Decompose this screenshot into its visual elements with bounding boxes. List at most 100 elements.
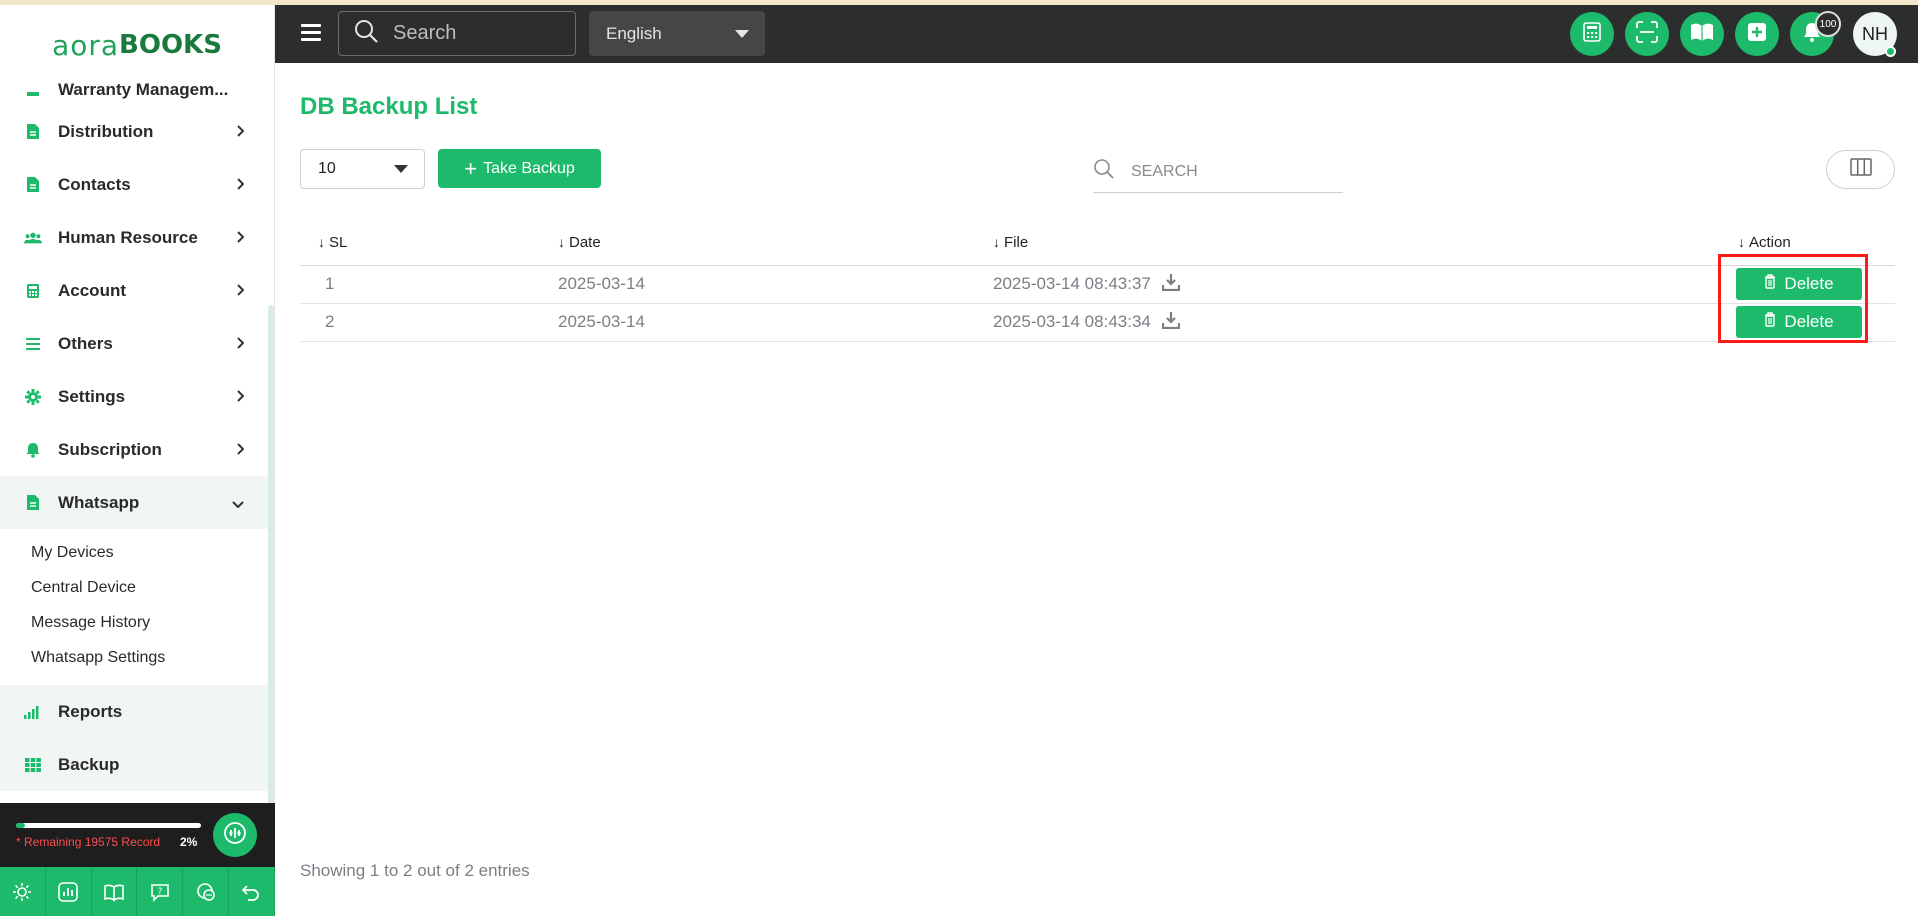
remaining-record-text: * Remaining 19575 Record: [16, 835, 161, 849]
take-backup-button[interactable]: + Take Backup: [438, 149, 601, 188]
footer-help-button[interactable]: ?: [137, 867, 184, 916]
sidebar-item-whatsapp[interactable]: Whatsapp: [0, 476, 268, 529]
app-logo[interactable]: aora BOOKS: [0, 5, 274, 85]
sidebar-scrollbar[interactable]: [268, 305, 274, 805]
headset-icon: [223, 821, 247, 850]
column-header-sl[interactable]: ↓ SL: [300, 221, 558, 266]
whatsapp-submenu: My Devices Central Device Message Histor…: [0, 529, 268, 685]
submenu-item-my-devices[interactable]: My Devices: [0, 535, 268, 570]
download-icon[interactable]: [1161, 273, 1180, 296]
logo-text-part1: aora: [52, 28, 120, 62]
column-header-file[interactable]: ↓ File: [993, 221, 1728, 266]
sidebar-item-label: Reports: [58, 701, 123, 721]
sort-arrow-icon: ↓: [1738, 234, 1745, 251]
calculator-icon: [24, 282, 42, 300]
sidebar-footer-icons: ?: [0, 867, 275, 916]
caret-down-icon: [735, 29, 749, 38]
sidebar-item-subscription[interactable]: Subscription: [0, 423, 268, 476]
record-progress-bar: [16, 823, 201, 828]
calculator-button[interactable]: [1570, 12, 1614, 56]
sidebar-item-distribution[interactable]: Distribution: [0, 105, 268, 158]
cell-date: 2025-03-14: [558, 303, 993, 342]
undo-icon: [240, 881, 262, 908]
hamburger-line: [301, 24, 321, 27]
sidebar-item-backup[interactable]: Backup: [0, 738, 268, 791]
calculator-icon: [1583, 21, 1601, 47]
chevron-down-icon: [232, 495, 244, 511]
gear-icon: [11, 881, 33, 908]
columns-icon: [1849, 158, 1872, 181]
sort-arrow-icon: ↓: [558, 234, 565, 251]
footer-book-button[interactable]: [92, 867, 138, 916]
scan-button[interactable]: [1625, 12, 1669, 56]
chevron-right-icon: [236, 336, 245, 352]
grid-icon: [24, 756, 42, 774]
take-backup-label: Take Backup: [483, 159, 575, 177]
sidebar-item-warranty[interactable]: Warranty Managem...: [0, 75, 268, 105]
record-progress-fill: [16, 823, 26, 828]
submenu-item-whatsapp-settings[interactable]: Whatsapp Settings: [0, 640, 268, 675]
gear-icon: [24, 388, 42, 406]
sidebar-item-settings[interactable]: Settings: [0, 370, 268, 423]
per-page-value: 10: [318, 160, 336, 177]
table-search-input[interactable]: [1131, 162, 1311, 181]
footer-settings-button[interactable]: [0, 867, 46, 916]
page-title: DB Backup List: [300, 93, 478, 120]
remaining-percent: 2%: [180, 835, 198, 849]
cell-file: 2025-03-14 08:43:37: [993, 265, 1728, 304]
hamburger-line: [301, 38, 321, 41]
cell-sl: 1: [300, 265, 558, 304]
sidebar-item-label: Human Resource: [58, 227, 198, 247]
table-search[interactable]: [1093, 151, 1343, 193]
main-content: DB Backup List 10 + Take Backup ↓SL ↓Dat…: [275, 63, 1918, 916]
document-icon: [24, 123, 42, 141]
sidebar-item-contacts[interactable]: Contacts: [0, 158, 268, 211]
bar-signal-icon: [24, 703, 42, 721]
global-search-input[interactable]: [393, 22, 553, 45]
search-icon: [1093, 158, 1115, 185]
users-icon: [24, 229, 42, 247]
sidebar-footer: * Remaining 19575 Record 2% ?: [0, 803, 275, 916]
highlight-annotation-box: [1718, 254, 1868, 343]
sidebar-item-label: Subscription: [58, 439, 162, 459]
document-icon: [24, 176, 42, 194]
chevron-right-icon: [236, 389, 245, 405]
footer-chat-button[interactable]: [183, 867, 229, 916]
add-button[interactable]: [1735, 12, 1779, 56]
bell-icon: [24, 441, 42, 459]
column-header-date[interactable]: ↓ Date: [558, 221, 993, 266]
book-icon: [103, 881, 125, 908]
footer-back-button[interactable]: [229, 867, 275, 916]
backup-table: ↓ SL ↓ Date ↓ File ↓ Action 1 2025-03-14 202…: [300, 221, 1895, 342]
column-header-label: Date: [569, 234, 601, 252]
sidebar-item-human-resource[interactable]: Human Resource: [0, 211, 268, 264]
submenu-item-central-device[interactable]: Central Device: [0, 570, 268, 605]
chevron-right-icon: [236, 283, 245, 299]
language-value: English: [606, 23, 662, 43]
sidebar-item-label: Backup: [58, 754, 120, 774]
book-icon: [1690, 22, 1714, 47]
sidebar-item-others[interactable]: Others: [0, 317, 268, 370]
language-select[interactable]: English: [589, 11, 765, 56]
column-visibility-button[interactable]: [1826, 150, 1895, 189]
sidebar-item-reports[interactable]: Reports: [0, 685, 268, 738]
pagination-info: Showing 1 to 2 out of 2 entries: [300, 861, 530, 880]
global-search[interactable]: [338, 11, 576, 56]
chevron-right-icon: [236, 124, 245, 140]
per-page-select[interactable]: 10: [300, 149, 425, 189]
sidebar-item-account[interactable]: Account: [0, 264, 268, 317]
sidebar-item-label: Settings: [58, 386, 126, 406]
hamburger-line: [301, 31, 321, 34]
support-fab-button[interactable]: [213, 813, 257, 857]
sidebar-item-label: Warranty Managem...: [58, 80, 229, 99]
help-icon: ?: [149, 881, 171, 908]
menu-toggle-button[interactable]: [301, 24, 321, 42]
file-name: 2025-03-14 08:43:37: [993, 273, 1151, 293]
scan-icon: [1635, 20, 1659, 49]
footer-chart-button[interactable]: [46, 867, 92, 916]
book-button[interactable]: [1680, 12, 1724, 56]
submenu-item-message-history[interactable]: Message History: [0, 605, 268, 640]
sort-arrow-icon: ↓: [318, 234, 325, 251]
download-icon[interactable]: [1161, 311, 1180, 334]
table-row: 2 2025-03-14 2025-03-14 08:43:34 Delete: [300, 303, 1895, 342]
